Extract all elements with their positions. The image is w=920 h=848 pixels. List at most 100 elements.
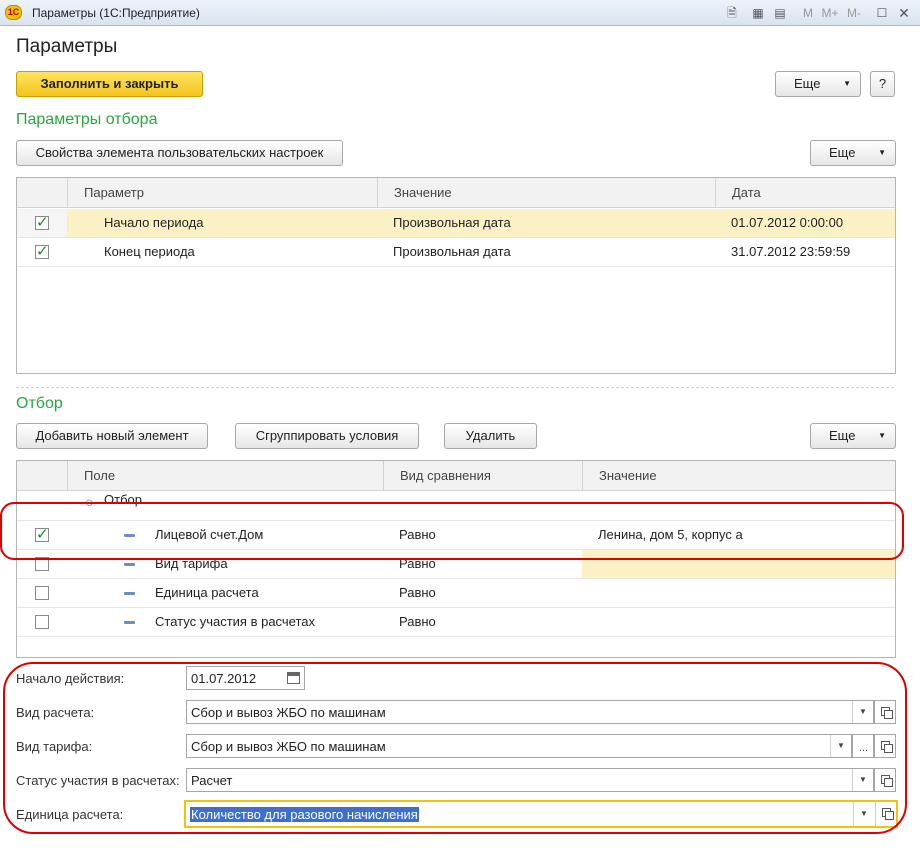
unit-field[interactable]: Количество для разового начисления ▼ (184, 800, 898, 828)
calendar-icon[interactable]: ▤ (772, 4, 788, 22)
calculator-icon[interactable]: ▦ (750, 4, 766, 22)
status-field[interactable]: Расчет ▼ (186, 768, 874, 792)
ellipsis-icon[interactable]: ... (853, 735, 874, 757)
close-icon[interactable]: ✕ (896, 4, 912, 22)
dropdown-arrow-icon: ▼ (843, 79, 851, 88)
filter-section-title: Отбор (16, 395, 63, 412)
dropdown-arrow-icon[interactable]: ▼ (852, 701, 873, 723)
params-table-header: Параметр Значение Дата (17, 178, 895, 208)
column-header-comparison[interactable]: Вид сравнения (383, 461, 582, 491)
start-date-field[interactable]: 01.07.2012 (186, 666, 305, 690)
table-row[interactable]: Лицевой счет.Дом Равно Ленина, дом 5, ко… (17, 521, 895, 550)
filter-table[interactable]: Поле Вид сравнения Значение ⊖ Отбор Лице… (16, 460, 896, 658)
fill-and-close-button[interactable]: Заполнить и закрыть (16, 71, 203, 97)
filter-field: Вид тарифа (155, 556, 228, 571)
dropdown-arrow-icon[interactable]: ▼ (852, 769, 873, 791)
param-name: Конец периода (104, 244, 195, 259)
condition-icon (124, 621, 135, 624)
open-button[interactable] (874, 734, 896, 758)
column-header-value[interactable]: Значение (377, 178, 715, 208)
open-button[interactable] (874, 700, 896, 724)
params-section-title: Параметры отбора (16, 111, 158, 128)
tariff-field[interactable]: Сбор и вывоз ЖБО по машинам ▼ (186, 734, 852, 758)
condition-icon (124, 534, 135, 537)
dropdown-arrow-icon[interactable]: ▼ (830, 735, 851, 757)
delete-button[interactable]: Удалить (444, 423, 537, 449)
dropdown-arrow-icon[interactable]: ▼ (853, 802, 874, 826)
memory-minus-button[interactable]: M- (844, 4, 864, 22)
calc-type-field[interactable]: Сбор и вывоз ЖБО по машинам ▼ (186, 700, 874, 724)
param-name: Начало периода (104, 215, 204, 230)
filter-more-label: Еще (829, 428, 856, 443)
row-checkbox[interactable] (35, 615, 49, 629)
group-label: Отбор (104, 492, 142, 507)
column-header-date[interactable]: Дата (715, 178, 895, 208)
more-label: Еще (794, 76, 821, 91)
row-checkbox[interactable] (35, 525, 49, 543)
table-row[interactable]: Вид тарифа Равно (17, 550, 895, 579)
row-checkbox[interactable] (35, 557, 49, 571)
filter-table-header: Поле Вид сравнения Значение (17, 461, 895, 491)
status-value: Расчет (191, 773, 233, 788)
group-row[interactable]: ⊖ Отбор (17, 492, 895, 521)
calc-type-label: Вид расчета: (16, 705, 95, 720)
table-row[interactable]: Единица расчета Равно (17, 579, 895, 608)
select-button[interactable]: ... (852, 734, 874, 758)
title-bar: 1С Параметры (1С:Предприятие) 🗎 ▦ ▤ M M+… (0, 0, 920, 26)
row-checkbox[interactable] (35, 586, 49, 600)
filter-value: Ленина, дом 5, корпус а (598, 527, 743, 542)
more-button[interactable]: Еще ▼ (775, 71, 861, 97)
filter-field: Лицевой счет.Дом (155, 527, 264, 542)
params-more-button[interactable]: Еще ▼ (810, 140, 896, 166)
help-button[interactable]: ? (870, 71, 895, 97)
table-row[interactable]: Начало периода Произвольная дата 01.07.2… (17, 209, 895, 238)
filter-comparison: Равно (399, 614, 436, 629)
maximize-icon[interactable]: ☐ (874, 4, 890, 22)
tariff-label: Вид тарифа: (16, 739, 93, 754)
page-title: Параметры (16, 36, 118, 57)
filter-value[interactable] (582, 550, 895, 578)
unit-value: Количество для разового начисления (190, 807, 419, 822)
column-header-parameter[interactable]: Параметр (67, 178, 377, 208)
filter-comparison: Равно (399, 556, 436, 571)
section-divider (16, 387, 894, 388)
calc-type-value: Сбор и вывоз ЖБО по машинам (191, 705, 386, 720)
param-value: Произвольная дата (393, 215, 511, 230)
filter-more-button[interactable]: Еще ▼ (810, 423, 896, 449)
collapse-icon[interactable]: ⊖ (85, 498, 93, 509)
condition-icon (124, 563, 135, 566)
param-value: Произвольная дата (393, 244, 511, 259)
dropdown-arrow-icon: ▼ (878, 148, 886, 157)
filter-comparison: Равно (399, 527, 436, 542)
open-icon[interactable] (875, 701, 896, 723)
custom-settings-properties-button[interactable]: Свойства элемента пользовательских настр… (16, 140, 343, 166)
calendar-icon[interactable] (287, 672, 300, 684)
row-checkbox[interactable] (35, 242, 49, 260)
open-icon[interactable] (875, 769, 896, 791)
unit-label: Единица расчета: (16, 807, 124, 822)
memory-plus-button[interactable]: M+ (820, 4, 840, 22)
group-conditions-button[interactable]: Сгруппировать условия (235, 423, 419, 449)
params-more-label: Еще (829, 145, 856, 160)
dropdown-arrow-icon: ▼ (878, 431, 886, 440)
memory-button[interactable]: M (800, 4, 816, 22)
table-row[interactable]: Конец периода Произвольная дата 31.07.20… (17, 238, 895, 267)
condition-icon (124, 592, 135, 595)
column-header-filter-value[interactable]: Значение (582, 461, 895, 491)
add-new-element-button[interactable]: Добавить новый элемент (16, 423, 208, 449)
params-table[interactable]: Параметр Значение Дата Начало периода Пр… (16, 177, 896, 374)
table-row[interactable]: Статус участия в расчетах Равно (17, 608, 895, 637)
start-date-value: 01.07.2012 (191, 671, 257, 686)
filter-field: Единица расчета (155, 585, 259, 600)
open-icon[interactable] (875, 735, 896, 757)
open-icon[interactable] (875, 802, 896, 826)
document-icon[interactable]: 🗎 (724, 4, 740, 22)
start-date-label: Начало действия: (16, 671, 125, 686)
open-button[interactable] (874, 768, 896, 792)
status-label: Статус участия в расчетах: (16, 773, 180, 788)
filter-field: Статус участия в расчетах (155, 614, 316, 629)
filter-comparison: Равно (399, 585, 436, 600)
window-title: Параметры (1С:Предприятие) (32, 6, 200, 20)
row-checkbox[interactable] (35, 213, 49, 231)
param-date: 01.07.2012 0:00:00 (731, 215, 844, 230)
